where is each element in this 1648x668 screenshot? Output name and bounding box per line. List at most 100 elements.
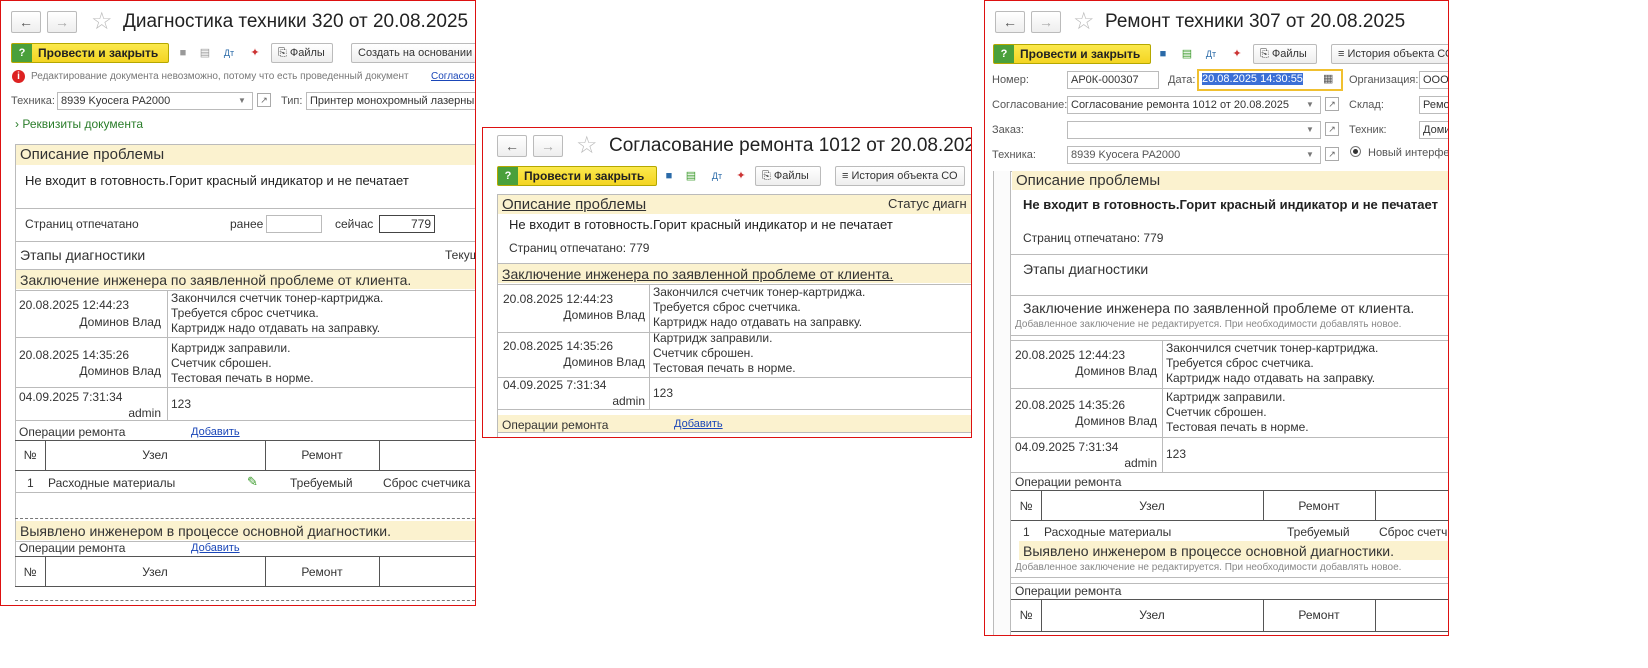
entry-line: Счетчик сброшен. (171, 356, 272, 370)
pages-before-field[interactable] (266, 215, 322, 233)
add-op-link[interactable]: Добавить (191, 541, 240, 555)
tech-field[interactable]: 8939 Kyocera PA2000 (57, 92, 253, 110)
radio-dot (1353, 149, 1358, 154)
history-button[interactable]: ≡ История объекта СО (835, 166, 965, 186)
entry-date: 20.08.2025 12:44:23 (1015, 348, 1126, 362)
star-icon[interactable]: ☆ (91, 10, 113, 34)
star-icon[interactable]: ☆ (576, 134, 598, 158)
post-and-close-button[interactable]: ? Провести и закрыть (497, 166, 657, 186)
save-icon[interactable]: ■ (175, 45, 191, 61)
entry-line: 123 (653, 386, 674, 400)
col-repair: Ремонт (301, 565, 343, 579)
entry-date: 20.08.2025 14:35:26 (19, 348, 130, 362)
requisites-toggle[interactable]: › Реквизиты документа (15, 117, 143, 132)
back-button[interactable]: ← (11, 11, 41, 33)
pages-now-field[interactable]: 779 (379, 215, 435, 233)
post-and-close-button[interactable]: ? Провести и закрыть (993, 44, 1151, 64)
dt-kt-icon[interactable]: Дт (221, 45, 237, 61)
radio-icon[interactable] (1350, 146, 1361, 157)
date-label: Дата: (1168, 74, 1196, 86)
org-field[interactable]: ООО (1419, 71, 1448, 89)
dt-kt-icon[interactable]: Дт (709, 168, 725, 184)
entry-line: Тестовая печать в норме. (653, 361, 796, 375)
add-op-link[interactable]: Добавить (191, 425, 240, 439)
dash-separator (15, 518, 475, 519)
calendar-icon[interactable]: ▦ (1323, 72, 1333, 85)
star-icon[interactable]: ☆ (1073, 10, 1095, 34)
files-button[interactable]: ⎘ Файлы (271, 43, 333, 63)
chevron-right-icon: › (15, 117, 19, 131)
history-button[interactable]: ≡ История объекта СО (1331, 44, 1448, 64)
technician-field[interactable]: Доми (1419, 121, 1448, 139)
open-icon[interactable]: ↗ (257, 93, 271, 107)
number-field[interactable]: АР0К-000307 (1067, 71, 1159, 89)
back-button[interactable]: ← (497, 135, 527, 157)
back-button[interactable]: ← (995, 11, 1025, 33)
divider (1263, 599, 1264, 631)
add-op-link[interactable]: Добавить (674, 417, 723, 431)
info-link[interactable]: Согласов (431, 70, 475, 84)
ops-label: Операции ремонта (19, 541, 126, 555)
doc-icon[interactable]: ▤ (1179, 46, 1195, 62)
chevron-down-icon[interactable]: ▼ (1303, 122, 1317, 138)
chevron-down-icon[interactable]: ▼ (1303, 147, 1317, 163)
history-icon: ≡ (842, 170, 849, 182)
entry-date: 20.08.2025 12:44:23 (503, 292, 614, 306)
structure-icon[interactable]: ✦ (1229, 46, 1245, 62)
pages-printed-text: Страниц отпечатано: 779 (509, 241, 650, 255)
col-repair: Ремонт (1298, 608, 1340, 622)
entry-line: Тестовая печать в норме. (171, 371, 314, 385)
divider (379, 556, 380, 586)
structure-icon[interactable]: ✦ (247, 45, 263, 61)
entry-date: 04.09.2025 7:31:34 (1015, 440, 1119, 454)
forward-button[interactable]: → (1031, 11, 1061, 33)
doc-icon[interactable]: ▤ (683, 168, 699, 184)
approval-field[interactable]: Согласование ремонта 1012 от 20.08.2025 (1067, 96, 1321, 114)
files-button[interactable]: ⎘ Файлы (1253, 44, 1317, 64)
divider (1011, 631, 1448, 632)
entry-line: Закончился счетчик тонер-картриджа. (171, 291, 384, 305)
structure-icon[interactable]: ✦ (733, 168, 749, 184)
forward-button[interactable]: → (47, 11, 77, 33)
post-and-close-button[interactable]: ? Провести и закрыть (11, 43, 169, 63)
chevron-down-icon[interactable]: ▼ (235, 93, 249, 109)
divider (265, 556, 266, 586)
divider (15, 470, 475, 471)
ops-label: Операции ремонта (1015, 584, 1122, 598)
open-icon[interactable]: ↗ (1325, 122, 1339, 136)
divider (15, 440, 475, 441)
tech-label: Техника: (992, 149, 1036, 161)
op-num: 1 (27, 476, 34, 490)
pages-printed-text: Страниц отпечатано: 779 (1023, 231, 1164, 245)
save-icon[interactable]: ■ (661, 168, 677, 184)
create-based-button[interactable]: Создать на основании ▾ (351, 43, 475, 63)
type-field[interactable]: Принтер монохромный лазерный А (306, 92, 475, 110)
dt-kt-icon[interactable]: Дт (1203, 46, 1219, 62)
chevron-down-icon[interactable]: ▼ (1303, 97, 1317, 113)
date-field[interactable]: 20.08.2025 14:30:55 (1197, 69, 1343, 91)
divider (1011, 599, 1448, 600)
divider (45, 440, 46, 470)
tech-field[interactable]: 8939 Kyocera PA2000 (1067, 146, 1321, 164)
order-field[interactable] (1067, 121, 1321, 139)
warehouse-field[interactable]: Ремон (1419, 96, 1448, 114)
col-node: Узел (1139, 608, 1165, 622)
entry-date: 04.09.2025 7:31:34 (19, 390, 123, 404)
open-icon[interactable]: ↗ (1325, 97, 1339, 111)
history-icon: ≡ (1338, 48, 1345, 60)
entry-line: Счетчик сброшен. (1166, 405, 1267, 419)
save-icon[interactable]: ■ (1155, 46, 1171, 62)
op-node: Расходные материалы (48, 476, 176, 490)
forward-button[interactable]: → (533, 135, 563, 157)
pencil-icon[interactable]: ✎ (247, 474, 258, 490)
open-icon[interactable]: ↗ (1325, 147, 1339, 161)
doc-icon[interactable]: ▤ (197, 45, 213, 61)
entry-line: Закончился счетчик тонер-картриджа. (1166, 341, 1379, 355)
arrow-right-icon: → (1039, 14, 1053, 30)
post-and-close-label: Провести и закрыть (1020, 47, 1141, 61)
divider (1375, 490, 1376, 520)
op-num: 1 (1023, 525, 1030, 539)
files-button[interactable]: ⎘ Файлы (755, 166, 821, 186)
col-node: Узел (1139, 499, 1165, 513)
col-node: Узел (142, 565, 168, 579)
